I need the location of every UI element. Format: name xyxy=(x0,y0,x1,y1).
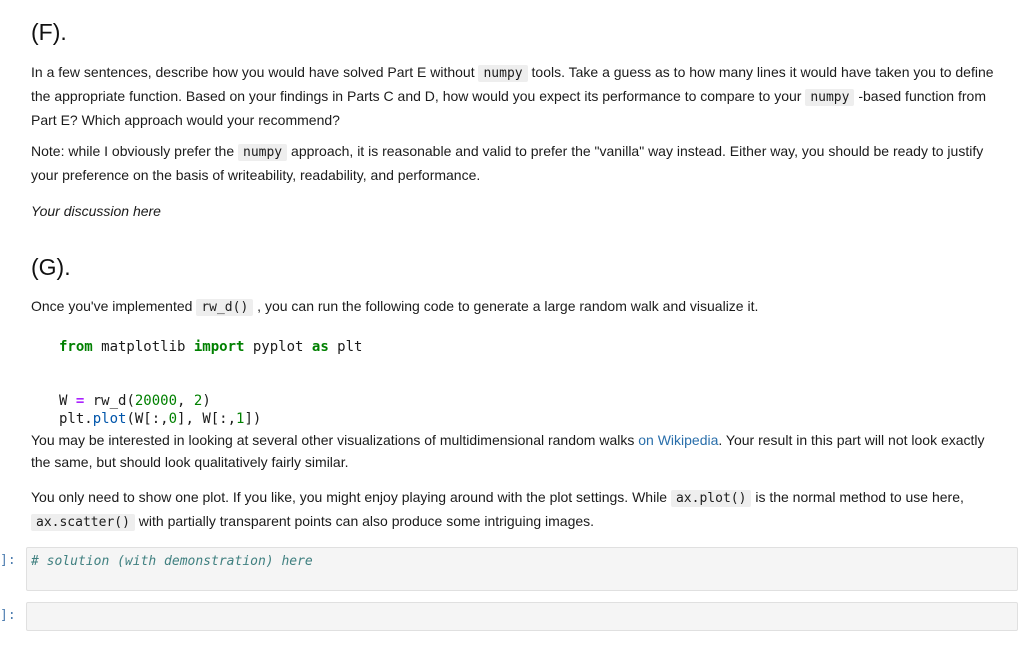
inline-code-numpy: numpy xyxy=(238,144,288,161)
inline-code-ax-plot: ax.plot() xyxy=(670,490,752,507)
inline-code-ax-scatter: ax.scatter() xyxy=(31,514,135,531)
text-span: You may be interested in looking at seve… xyxy=(31,432,639,448)
code-line-plot: plt.plot(W[:,0], W[:,1]) xyxy=(59,410,362,428)
section-g-wiki-text: You may be interested in looking at seve… xyxy=(31,429,1000,473)
section-f-heading: (F). xyxy=(31,19,67,45)
text-span: with partially transparent points can al… xyxy=(134,513,595,529)
cell-prompt: ]: xyxy=(0,608,16,623)
discussion-placeholder: Your discussion here xyxy=(31,203,161,219)
section-g-intro-text: Once you've implemented rw_d() , you can… xyxy=(31,295,1000,319)
code-line-assign: W = rw_d(20000, 2) xyxy=(59,392,362,410)
section-f: (F). xyxy=(31,18,1000,46)
code-token: (W[:, xyxy=(126,411,169,427)
wikipedia-link[interactable]: on Wikipedia xyxy=(638,432,718,448)
keyword: as xyxy=(311,339,329,355)
section-g-heading: (G). xyxy=(31,254,71,280)
code-token: plt xyxy=(328,339,363,355)
code-block: from matplotlib import pyplot as plt W =… xyxy=(59,338,362,428)
keyword: import xyxy=(193,339,245,355)
code-cell-input-empty[interactable] xyxy=(26,602,1018,631)
section-g: (G). xyxy=(31,253,1000,281)
section-f-question-text: In a few sentences, describe how you wou… xyxy=(31,61,1000,131)
section-f-paragraph-1: In a few sentences, describe how you wou… xyxy=(31,61,1000,131)
section-g-paragraph-3: You only need to show one plot. If you l… xyxy=(31,486,1000,534)
number-literal: 0 xyxy=(168,411,178,427)
code-cell-input[interactable]: # solution (with demonstration) here xyxy=(26,547,1018,591)
section-g-plot-text: You only need to show one plot. If you l… xyxy=(31,486,1000,534)
method-name: plot xyxy=(92,411,127,427)
code-token: ]) xyxy=(244,411,262,427)
code-line-import: from matplotlib import pyplot as plt xyxy=(59,338,362,356)
inline-code-numpy: numpy xyxy=(478,65,528,82)
text-span: Note: while I obviously prefer the xyxy=(31,143,238,159)
section-g-paragraph-1: Once you've implemented rw_d() , you can… xyxy=(31,295,1000,319)
code-token: , xyxy=(177,393,194,409)
code-token: ], W[:, xyxy=(177,411,237,427)
cell-prompt: ]: xyxy=(0,553,16,568)
code-token: matplotlib xyxy=(92,339,194,355)
text-span: , you can run the following code to gene… xyxy=(253,298,759,314)
number-literal: 20000 xyxy=(134,393,178,409)
section-f-note-text: Note: while I obviously prefer the numpy… xyxy=(31,140,1000,186)
code-token: plt. xyxy=(59,411,93,427)
section-g-paragraph-2: You may be interested in looking at seve… xyxy=(31,429,1000,473)
text-span: In a few sentences, describe how you wou… xyxy=(31,64,479,80)
text-span: is the normal method to use here, xyxy=(751,489,964,505)
code-comment: # solution (with demonstration) here xyxy=(31,554,313,569)
inline-code-rw-d: rw_d() xyxy=(196,299,254,316)
code-token: ) xyxy=(202,393,211,409)
inline-code-numpy: numpy xyxy=(805,89,855,106)
code-token: pyplot xyxy=(244,339,312,355)
section-f-paragraph-2: Note: while I obviously prefer the numpy… xyxy=(31,140,1000,186)
text-span: Once you've implemented xyxy=(31,298,197,314)
text-span: You only need to show one plot. If you l… xyxy=(31,489,671,505)
section-f-discussion: Your discussion here xyxy=(31,200,1000,222)
code-token: rw_d( xyxy=(84,393,135,409)
keyword: from xyxy=(59,339,93,355)
code-token: W xyxy=(59,393,76,409)
